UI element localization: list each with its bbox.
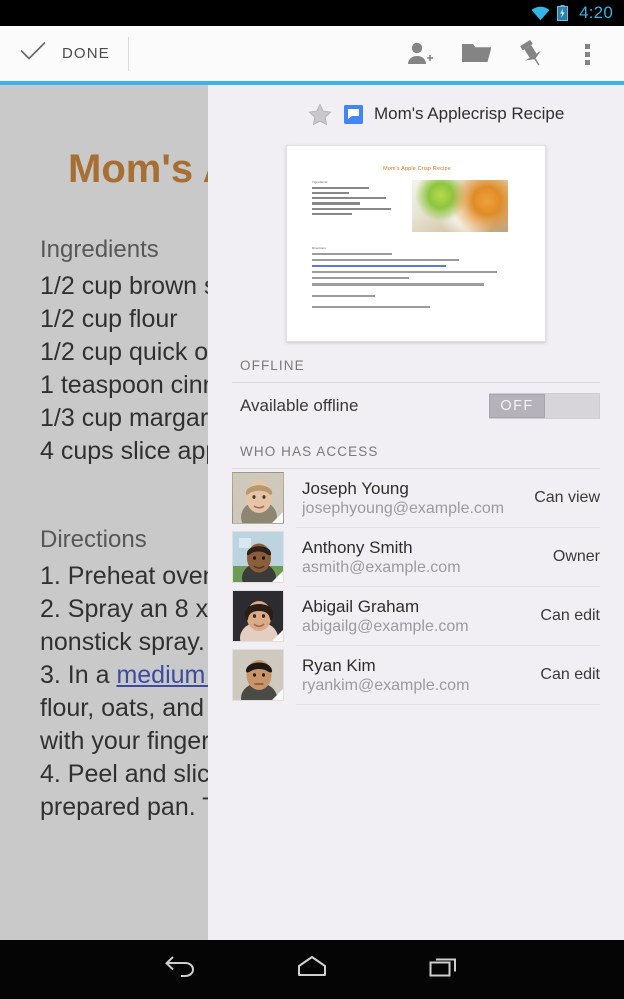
back-button[interactable] <box>128 940 232 999</box>
person-name: Ryan Kim <box>302 655 376 675</box>
action-bar-icons <box>392 26 624 81</box>
person-email: josephyoung@example.com <box>302 499 505 517</box>
person-row[interactable]: Anthony Smith asmith@example.com Owner <box>208 528 624 586</box>
folder-icon[interactable] <box>448 26 504 81</box>
google-docs-icon <box>344 104 363 124</box>
avatar-abigail-graham <box>232 590 284 642</box>
document-thumbnail[interactable]: Mom's Apple Crisp Recipe Ingredients: Di… <box>286 145 546 342</box>
system-navigation-bar <box>0 940 624 999</box>
action-bar-divider <box>127 36 129 71</box>
details-panel: Mom's Applecrisp Recipe Mom's Apple Cris… <box>208 85 624 940</box>
back-icon <box>163 954 197 985</box>
panel-doc-title: Mom's Applecrisp Recipe <box>374 104 565 123</box>
thumbnail-directions-label: Directions: <box>312 246 327 250</box>
thumbnail-title: Mom's Apple Crisp Recipe <box>383 166 451 172</box>
person-role[interactable]: Can edit <box>540 607 600 625</box>
person-name: Anthony Smith <box>302 537 413 557</box>
avatar-corner <box>272 630 283 641</box>
person-row[interactable]: Joseph Young josephyoung@example.com Can… <box>208 469 624 527</box>
person-role[interactable]: Can view <box>534 489 600 507</box>
divider <box>296 704 600 705</box>
home-button[interactable] <box>260 940 364 999</box>
available-offline-toggle[interactable]: OFF <box>489 392 600 419</box>
toggle-thumb: OFF <box>489 393 545 418</box>
thumbnail-ingredients: Ingredients: <box>312 180 404 232</box>
avatar-corner <box>272 689 283 700</box>
person-name: Abigail Graham <box>302 596 420 616</box>
thumbnail-directions: Directions: <box>294 246 540 308</box>
avatar-corner <box>272 571 283 582</box>
overflow-menu-icon[interactable] <box>560 26 616 81</box>
star-outline-icon[interactable] <box>308 102 332 126</box>
avatar-joseph-young <box>232 472 284 524</box>
status-bar: 4:20 <box>0 0 624 26</box>
panel-title-row: Mom's Applecrisp Recipe <box>208 85 624 143</box>
person-row[interactable]: Abigail Graham abigailg@example.com Can … <box>208 587 624 645</box>
avatar-ryan-kim <box>232 649 284 701</box>
person-email: asmith@example.com <box>302 558 461 576</box>
pin-icon[interactable] <box>504 26 560 81</box>
thumbnail-photo <box>412 180 508 232</box>
action-bar: DONE <box>0 26 624 81</box>
person-role[interactable]: Can edit <box>540 666 600 684</box>
person-name: Joseph Young <box>302 478 409 498</box>
person-role: Owner <box>552 548 600 565</box>
recents-button[interactable] <box>392 940 496 999</box>
avatar-anthony-smith <box>232 531 284 583</box>
person-row[interactable]: Ryan Kim ryankim@example.com Can edit <box>208 646 624 704</box>
available-offline-label: Available offline <box>240 395 359 415</box>
available-offline-row[interactable]: Available offline OFF <box>208 383 624 428</box>
person-email: abigailg@example.com <box>302 617 469 635</box>
toggle-state-label: OFF <box>500 397 534 414</box>
device-screen: 4:20 DONE Mom's Ingredients 1/2 cup brow… <box>0 0 624 999</box>
done-button[interactable]: DONE <box>0 26 128 81</box>
access-section-header: WHO HAS ACCESS <box>240 444 379 459</box>
thumbnail-ingredients-label: Ingredients: <box>312 180 329 184</box>
check-icon <box>20 41 46 66</box>
person-email: ryankim@example.com <box>302 676 470 694</box>
home-icon <box>295 954 329 985</box>
avatar-corner <box>272 512 283 523</box>
battery-charging-icon <box>557 5 569 21</box>
offline-section-header: OFFLINE <box>240 358 305 373</box>
recents-icon <box>427 954 461 985</box>
wifi-icon <box>531 6 550 21</box>
done-label: DONE <box>62 45 110 62</box>
status-bar-clock: 4:20 <box>579 3 613 22</box>
add-person-icon[interactable] <box>392 26 448 81</box>
